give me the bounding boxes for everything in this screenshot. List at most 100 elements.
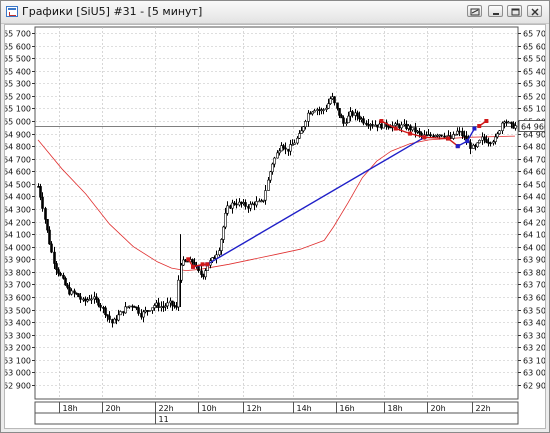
- candle-body: [229, 205, 232, 209]
- trend-line-marker: [472, 126, 477, 131]
- candle-body: [182, 259, 185, 266]
- candle-body: [264, 190, 267, 201]
- minimize-button[interactable]: [488, 5, 503, 17]
- y-tick-label-left: 64 000: [5, 244, 31, 253]
- app-chart-icon: [6, 6, 18, 17]
- candle-body: [333, 96, 336, 104]
- trend-line-marker: [393, 126, 398, 131]
- candle-body: [231, 202, 234, 209]
- candle-body: [351, 111, 354, 116]
- y-tick-label-right: 64 600: [523, 168, 545, 177]
- candle-body: [106, 314, 109, 317]
- chart-settings-icon: [470, 8, 480, 16]
- y-tick-label-right: 65 300: [523, 80, 545, 89]
- candle-body: [204, 270, 207, 278]
- y-tick-label-left: 64 300: [5, 206, 31, 215]
- candle-body: [59, 273, 62, 276]
- time-tick-label: 22h: [159, 404, 174, 413]
- candle-body: [162, 306, 165, 308]
- candle-body: [222, 226, 225, 240]
- candle-body: [113, 318, 116, 324]
- candle-body: [155, 302, 158, 306]
- candle-body: [39, 186, 42, 198]
- candle-body: [77, 293, 80, 298]
- y-tick-label-right: 63 400: [523, 319, 545, 328]
- candle-body: [75, 292, 78, 295]
- candle-body: [142, 311, 145, 318]
- candle-body: [79, 296, 82, 300]
- time-tick-label: 20h: [431, 404, 446, 413]
- candle-body: [117, 314, 120, 321]
- y-tick-label-right: 65 700: [523, 30, 545, 39]
- candle-body: [478, 139, 481, 144]
- y-tick-label-left: 64 800: [5, 143, 31, 152]
- candle-body: [489, 142, 492, 145]
- title-bar[interactable]: Графики [SiU5] #31 - [5 минут]: [1, 1, 549, 24]
- trend-line-marker: [186, 257, 191, 262]
- candle-body: [498, 130, 501, 135]
- y-tick-label-left: 64 400: [5, 193, 31, 202]
- y-tick-label-left: 63 400: [5, 319, 31, 328]
- candle-body: [400, 124, 403, 129]
- candle-body: [476, 142, 479, 147]
- y-tick-label-left: 65 100: [5, 105, 31, 114]
- candle-body: [50, 243, 53, 253]
- candle-body: [300, 130, 303, 134]
- candle-body: [82, 298, 85, 301]
- candle-body: [242, 202, 245, 204]
- candle-body: [41, 196, 44, 209]
- window-title: Графики [SiU5] #31 - [5 минут]: [22, 5, 203, 18]
- y-tick-label-right: 65 100: [523, 105, 545, 114]
- y-tick-label-left: 65 200: [5, 93, 31, 102]
- y-tick-label-right: 63 800: [523, 269, 545, 278]
- y-tick-label-left: 63 500: [5, 307, 31, 316]
- candle-body: [169, 300, 172, 304]
- candle-body: [97, 299, 100, 306]
- trend-line-marker: [455, 144, 460, 149]
- candle-body: [284, 147, 287, 150]
- candle-body: [171, 300, 174, 306]
- close-button[interactable]: [527, 5, 542, 17]
- candle-body: [235, 203, 238, 206]
- y-tick-label-left: 64 100: [5, 231, 31, 240]
- candle-body: [247, 206, 250, 209]
- trend-line-marker: [484, 119, 489, 123]
- maximize-icon: [511, 8, 520, 16]
- maximize-button[interactable]: [507, 5, 522, 17]
- candle-body: [144, 310, 147, 313]
- candle-body: [153, 305, 156, 309]
- candle-body: [66, 284, 69, 288]
- candle-body: [483, 136, 486, 140]
- candle-body: [429, 134, 432, 137]
- plot-area[interactable]: [34, 26, 519, 400]
- candle-body: [151, 307, 154, 311]
- candle-body: [271, 163, 274, 173]
- candle-body: [469, 142, 472, 149]
- y-tick-label-left: 65 300: [5, 80, 31, 89]
- price-chart[interactable]: 62 900 62 900 63 000 63 000 63 100 63 100 63 2…: [5, 25, 545, 428]
- candle-body: [128, 305, 131, 308]
- candle-body: [224, 212, 227, 228]
- candle-body: [44, 208, 47, 220]
- y-tick-label-right: 63 600: [523, 294, 545, 303]
- candle-body: [68, 287, 71, 295]
- y-tick-label-left: 64 600: [5, 168, 31, 177]
- candle-body: [240, 201, 243, 204]
- candle-body: [336, 102, 339, 109]
- time-tick-label: 18h: [388, 404, 403, 413]
- candle-body: [371, 124, 374, 126]
- candle-body: [84, 298, 87, 302]
- candle-body: [122, 311, 125, 314]
- y-tick-label-left: 63 600: [5, 294, 31, 303]
- candle-body: [126, 306, 129, 309]
- y-tick-label-right: 64 400: [523, 193, 545, 202]
- y-tick-label-left: 65 400: [5, 68, 31, 77]
- candle-body: [184, 259, 187, 262]
- date-label: 11: [159, 415, 169, 424]
- candle-body: [200, 270, 203, 275]
- candle-body: [507, 121, 510, 124]
- y-tick-label-right: 64 700: [523, 156, 545, 165]
- y-tick-label-left: 65 000: [5, 118, 31, 127]
- candle-body: [238, 201, 241, 206]
- chart-settings-button[interactable]: [467, 5, 482, 17]
